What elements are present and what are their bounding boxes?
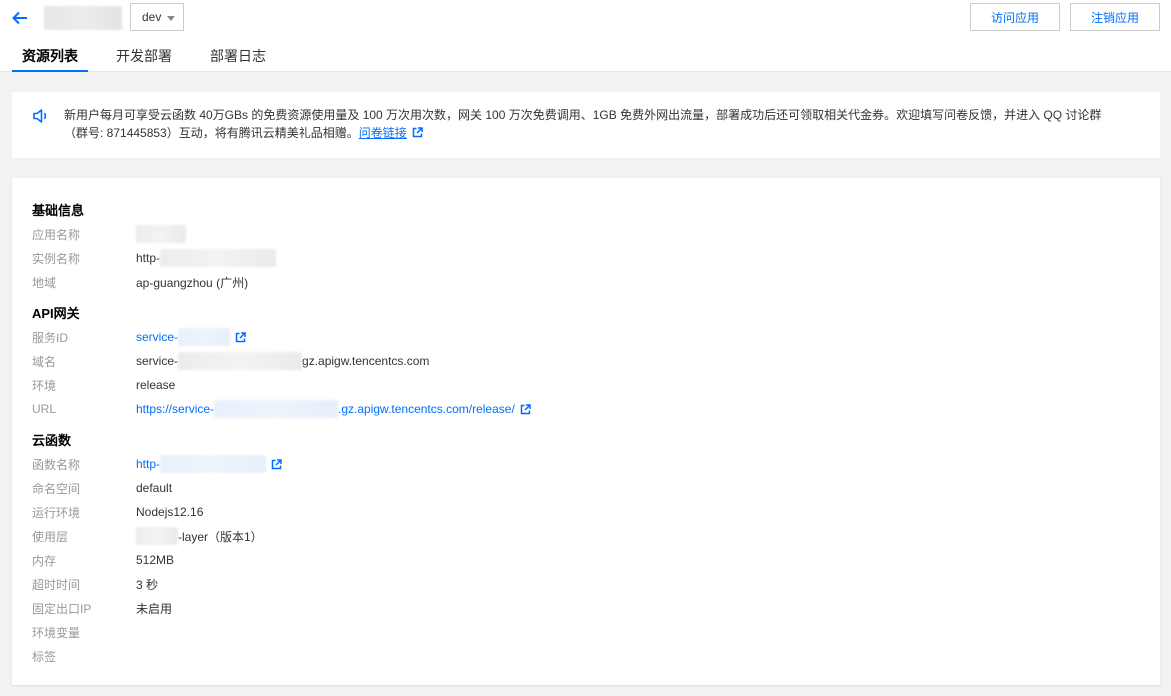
app-name-redacted (44, 6, 122, 30)
memory-value: 512MB (136, 553, 175, 567)
instance-name-label: 实例名称 (32, 251, 81, 266)
external-link-icon[interactable] (412, 125, 423, 138)
row-domain: 域名 service-gz.apigw.tencentcs.com (32, 352, 429, 370)
instance-name-prefix: http- (136, 251, 161, 265)
service-id-redacted (178, 328, 231, 346)
unregister-app-button[interactable]: 注销应用 (1070, 3, 1160, 31)
row-layer: 使用层 -layer（版本1） (32, 527, 263, 545)
tab-deploy-log[interactable]: 部署日志 (200, 40, 276, 72)
service-id-link[interactable]: service- (136, 328, 246, 346)
app-header: dev 访问应用 注销应用 资源列表 开发部署 部署日志 (0, 0, 1171, 72)
notice-banner: 新用户每月可享受云函数 40万GBs 的免费资源使用量及 100 万次用次数，网… (12, 92, 1160, 158)
memory-label: 内存 (32, 553, 57, 568)
runtime-label: 运行环境 (32, 505, 81, 520)
layer-redacted (136, 527, 178, 545)
region-label: 地域 (32, 275, 57, 290)
back-arrow-icon[interactable] (10, 8, 30, 28)
row-runtime: 运行环境 Nodejs12.16 (32, 503, 203, 521)
app-name-label: 应用名称 (32, 227, 81, 242)
speaker-icon (32, 108, 50, 124)
service-id-prefix: service- (136, 330, 179, 344)
function-name-label: 函数名称 (32, 457, 81, 472)
domain-label: 域名 (32, 354, 57, 369)
app-name-redacted-value (136, 225, 186, 243)
row-instance-name: 实例名称 http- (32, 249, 277, 267)
row-function-name: 函数名称 http- (32, 455, 282, 473)
visit-app-button[interactable]: 访问应用 (970, 3, 1060, 31)
tab-bar: 资源列表 开发部署 部署日志 (12, 40, 294, 72)
namespace-value: default (136, 481, 173, 495)
layer-value: -layer（版本1） (136, 527, 263, 545)
instance-name-redacted (160, 249, 277, 267)
row-env: 环境 release (32, 376, 175, 394)
fixed-ip-value: 未启用 (136, 601, 173, 616)
row-tags: 标签 (32, 647, 136, 665)
survey-link[interactable]: 问卷链接 (359, 126, 407, 140)
row-app-name: 应用名称 (32, 225, 186, 243)
row-memory: 内存 512MB (32, 551, 174, 569)
env-select-value: dev (142, 10, 162, 24)
domain-prefix: service- (136, 354, 179, 368)
runtime-value: Nodejs12.16 (136, 505, 204, 519)
timeout-value: 3 秒 (136, 577, 159, 592)
url-label: URL (32, 402, 57, 416)
env-label: 环境 (32, 378, 57, 393)
domain-value: service-gz.apigw.tencentcs.com (136, 352, 429, 370)
instance-name-value: http- (136, 249, 277, 267)
external-link-icon[interactable] (520, 403, 531, 415)
tab-resource-list[interactable]: 资源列表 (12, 40, 88, 72)
tab-dev-deploy[interactable]: 开发部署 (106, 40, 182, 72)
row-namespace: 命名空间 default (32, 479, 172, 497)
url-prefix: https://service- (136, 402, 215, 416)
layer-suffix: -layer（版本1） (178, 529, 263, 544)
notice-line-2-text: （群号: 871445853）互动，将有腾讯云精美礼品相赠。 (64, 126, 359, 140)
url-link[interactable]: https://service- .gz.apigw.tencentcs.com/… (136, 400, 531, 418)
resource-info-panel: 基础信息 应用名称 实例名称 http- 地域 ap-guangzhou (广州… (12, 178, 1160, 685)
env-value: release (136, 378, 176, 392)
row-url: URL https://service- .gz.apigw.tencentcs.… (32, 400, 531, 418)
caret-down-icon (167, 16, 175, 21)
row-env-vars: 环境变量 (32, 623, 136, 641)
section-title-scf: 云函数 (32, 433, 72, 448)
external-link-icon[interactable] (271, 458, 282, 470)
external-link-icon[interactable] (235, 331, 246, 343)
url-suffix: .gz.apigw.tencentcs.com/release/ (338, 402, 515, 416)
service-id-label: 服务ID (32, 330, 69, 345)
row-region: 地域 ap-guangzhou (广州) (32, 273, 248, 291)
tags-label: 标签 (32, 649, 57, 664)
app-name-value (136, 225, 186, 243)
row-fixed-ip: 固定出口IP 未启用 (32, 599, 172, 617)
row-timeout: 超时时间 3 秒 (32, 575, 158, 593)
layer-label: 使用层 (32, 529, 69, 544)
fixed-ip-label: 固定出口IP (32, 601, 92, 616)
row-service-id: 服务ID service- (32, 328, 246, 346)
env-select[interactable]: dev (130, 3, 184, 31)
domain-suffix: gz.apigw.tencentcs.com (302, 354, 430, 368)
region-value: ap-guangzhou (广州) (136, 275, 249, 290)
function-name-prefix: http- (136, 457, 161, 471)
url-redacted (214, 400, 339, 418)
section-title-api: API网关 (32, 306, 80, 321)
function-name-link[interactable]: http- (136, 455, 282, 473)
timeout-label: 超时时间 (32, 577, 81, 592)
section-title-basic: 基础信息 (32, 203, 85, 218)
notice-line-1: 新用户每月可享受云函数 40万GBs 的免费资源使用量及 100 万次用次数，网… (64, 108, 1102, 122)
function-name-redacted (160, 455, 267, 473)
notice-line-2: （群号: 871445853）互动，将有腾讯云精美礼品相赠。问卷链接 (64, 124, 1140, 142)
env-vars-label: 环境变量 (32, 625, 81, 640)
namespace-label: 命名空间 (32, 481, 81, 496)
domain-redacted (178, 352, 303, 370)
